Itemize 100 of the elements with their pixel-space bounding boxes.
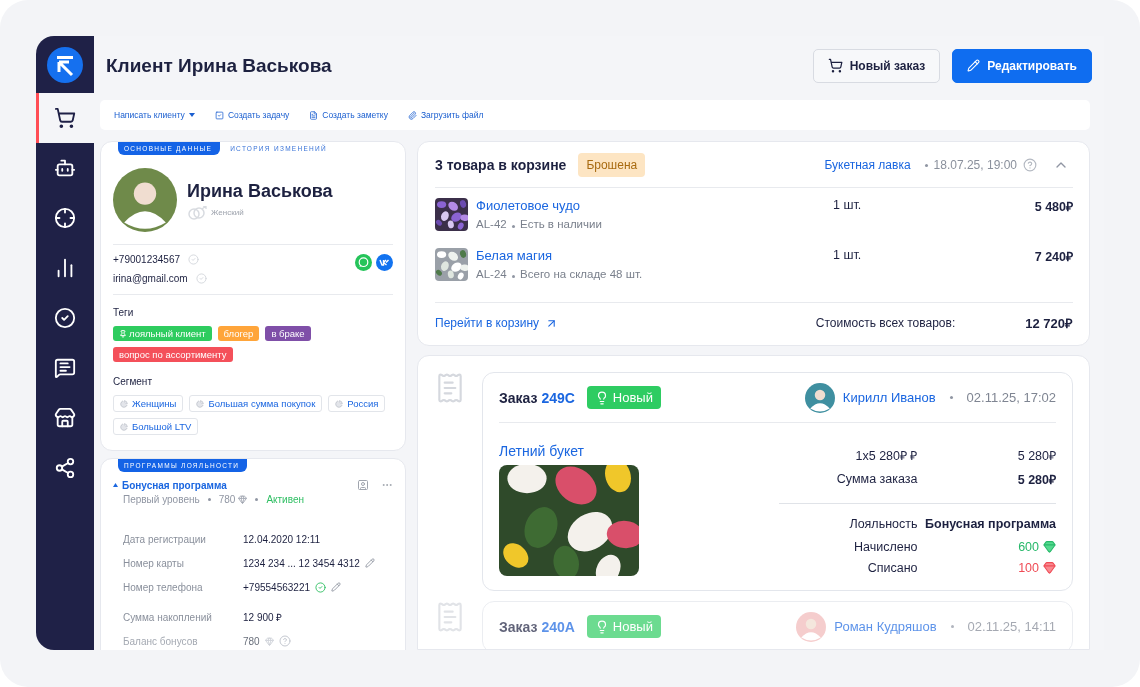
paperclip-icon [407, 110, 417, 120]
logo-icon[interactable] [47, 46, 83, 83]
gem-icon [238, 495, 248, 504]
tags-label: Теги [113, 307, 135, 318]
toolbar-link[interactable]: Написать клиенту [114, 110, 195, 120]
page-title: Клиент Ирина Васькова [106, 54, 333, 77]
customer-link[interactable]: Кирилл Иванов [842, 390, 936, 405]
cart-date: 18.07.25, 19:00 [933, 158, 1017, 172]
separator-dot [511, 225, 515, 228]
level-text: Первый уровень [123, 494, 200, 505]
segment-chip[interactable]: Женщины [113, 395, 184, 412]
quantity: 1 шт. [833, 198, 863, 212]
stock-text: Есть в наличии [520, 218, 602, 230]
sum-label: Начислено [852, 539, 918, 554]
store-icon [54, 407, 76, 429]
tag: лояльный клиент [113, 326, 212, 341]
separator-dot [950, 625, 954, 628]
gender-icon [187, 205, 207, 220]
product-link[interactable]: Летний букет [499, 443, 759, 459]
field-value: 1234 234 ... 12 3454 4312 [243, 557, 360, 569]
stock-text: Всего на складе 48 шт. [520, 268, 643, 280]
sum-label: Списано [866, 560, 918, 575]
pie-chart-icon [196, 399, 205, 408]
price: 7 240₽ [1033, 249, 1073, 265]
pie-chart-icon [335, 399, 344, 408]
order-title: Заказ 240A [499, 618, 575, 635]
sidebar-item[interactable] [36, 93, 94, 143]
robot-icon [54, 157, 76, 179]
pie-chart-icon [120, 422, 128, 431]
gender-text: Женский [211, 208, 244, 217]
segment-chip[interactable]: Большой LTV [113, 418, 199, 435]
product-sku: AL-42 [476, 218, 507, 230]
status-badge: Новый [586, 386, 661, 409]
segment-chip[interactable]: Большая сумма покупок [189, 395, 323, 412]
avatar [796, 611, 827, 642]
caret-icon[interactable] [113, 483, 118, 487]
sum-value: Бонусная программа [924, 517, 1056, 531]
separator-dot [924, 163, 928, 167]
field-label: Баланс бонусов [123, 634, 199, 649]
note-icon [309, 110, 319, 120]
customer-link[interactable]: Роман Кудряшов [834, 619, 937, 634]
order-date: 02.11.25, 14:11 [967, 619, 1056, 634]
product-link[interactable]: Фиолетовое чудо [476, 198, 833, 213]
chat-icon [54, 357, 76, 379]
cart-icon [827, 58, 843, 73]
task-icon [214, 110, 224, 120]
tag: блогер [217, 326, 260, 341]
status-badge: Брошена [578, 153, 646, 177]
store-link[interactable]: Букетная лавка [824, 158, 911, 172]
pie-chart-icon [120, 399, 128, 408]
contact-value: +79001234567 [113, 254, 181, 265]
target-icon [54, 207, 76, 229]
sum-label: Лояльность [848, 517, 918, 531]
order-title: Заказ 249C [499, 389, 575, 406]
field-label: Номер карты [123, 556, 185, 571]
check-circle-icon [54, 307, 76, 329]
pin-icon [119, 329, 127, 338]
separator-dot [949, 396, 953, 399]
sum-label: 1x5 280₽ ₽ [854, 447, 918, 464]
field-value: 12 900 ₽ [243, 611, 283, 624]
cart-icon [54, 107, 76, 129]
go-to-cart-link[interactable]: Перейти в корзину [435, 316, 559, 330]
gem-icon [1043, 540, 1056, 553]
tag: в браке [265, 326, 311, 341]
edit-button[interactable]: Редактировать [952, 48, 1092, 83]
tag: вопрос по ассортименту [113, 347, 233, 362]
sum-value: 5 280₽ [1016, 447, 1056, 464]
vk-icon[interactable] [376, 254, 393, 271]
price: 5 480₽ [1033, 199, 1073, 215]
avatar [113, 168, 177, 232]
spent-value: 100 [1018, 560, 1039, 575]
status-badge: Новый [586, 615, 661, 638]
toolbar-link[interactable]: Загрузить файл [407, 110, 484, 120]
segment-chip[interactable]: Россия [328, 395, 386, 412]
client-name: Ирина Васькова [187, 180, 333, 202]
pencil-icon [967, 59, 981, 72]
field-label: Сумма накоплений [123, 610, 213, 625]
product-link[interactable]: Белая магия [476, 248, 833, 263]
quantity: 1 шт. [833, 248, 863, 262]
gem-icon [264, 636, 274, 646]
toolbar-link[interactable]: Создать заметку [309, 110, 388, 120]
new-order-button[interactable]: Новый заказ [812, 48, 941, 83]
product-sku: AL-24 [476, 268, 507, 280]
cart-title: 3 товара в корзине [435, 157, 567, 173]
contact-value: irina@gmail.com [113, 273, 188, 284]
total-value: 12 720₽ [1025, 315, 1073, 332]
status-text: Активен [266, 494, 304, 505]
field-value: +79554563221 [243, 581, 311, 593]
avatar [804, 382, 835, 413]
total-label: Стоимость всех товаров: [815, 316, 956, 330]
separator-dot [207, 498, 211, 501]
program-link[interactable]: Бонусная программа [122, 479, 353, 491]
share-icon [54, 457, 76, 479]
field-value: 780 [243, 635, 260, 647]
segment-label: Сегмент [113, 376, 153, 387]
gem-icon [1043, 561, 1056, 574]
toolbar-link[interactable]: Создать задачу [214, 110, 290, 120]
points-text: 780 [218, 494, 236, 505]
separator-dot [255, 498, 259, 501]
separator-dot [511, 275, 515, 278]
